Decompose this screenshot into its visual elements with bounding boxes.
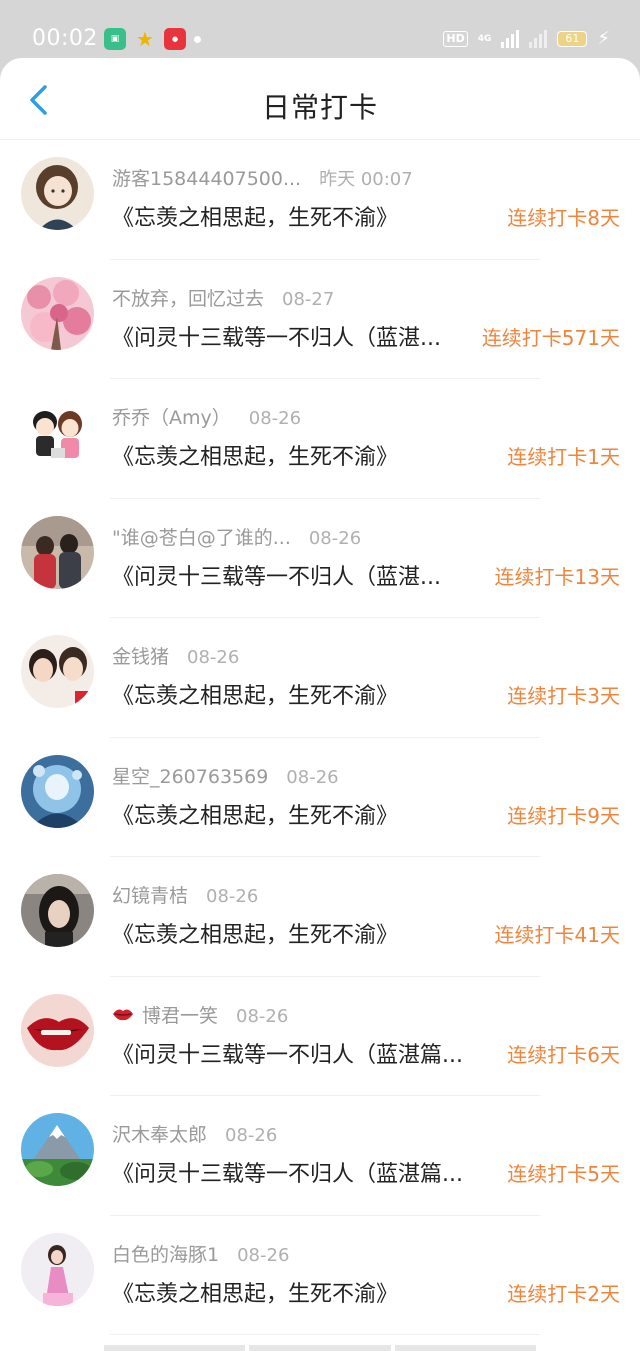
checkin-time: 08-26	[308, 527, 362, 549]
checkin-time: 08-27	[282, 288, 335, 310]
checkin-list: 游客15844407500... 昨天 00:07 《忘羡之相思起，生死不渝》 连…	[0, 140, 640, 1335]
avatar-photo-dark-hair-icon[interactable]	[21, 874, 94, 947]
list-item[interactable]: 游客15844407500... 昨天 00:07 《忘羡之相思起，生死不渝》 连…	[0, 140, 640, 260]
list-item[interactable]: 博君一笑 08-26 《问灵十三载等一不归人（蓝湛篇... 连续打卡6天	[0, 977, 640, 1097]
charging-bolt-icon: ⚡	[597, 28, 610, 49]
app-notification-green-icon: ▣	[104, 28, 126, 50]
checkin-time: 08-26	[286, 766, 339, 788]
avatar-photo-kids-icon[interactable]	[21, 515, 94, 589]
avatar-pink-blossom-icon[interactable]	[21, 276, 94, 350]
streak-label: 连续打卡5天	[507, 1162, 620, 1186]
user-name[interactable]: 白色的海豚1	[112, 1240, 219, 1267]
signal-strength-icon	[501, 30, 520, 48]
lips-emoji-icon	[113, 1009, 133, 1020]
more-notifications-dot-icon	[194, 35, 201, 43]
streak-label: 连续打卡3天	[507, 684, 620, 708]
system-indicators: HD 4G 61 ⚡	[443, 30, 610, 48]
streak-label: 连续打卡2天	[507, 1281, 620, 1306]
user-name[interactable]: 不放弃，回忆过去	[112, 284, 264, 311]
list-item[interactable]: ★ 金钱猪 08-26 《忘羡之相思起，生死不渝》 连续打卡3天	[0, 618, 640, 738]
avatar-cartoon-girl-icon[interactable]	[21, 157, 94, 230]
bottom-divider	[104, 1345, 536, 1351]
user-name[interactable]: 金钱猪	[112, 642, 169, 669]
avatar-red-lips-icon[interactable]	[21, 993, 94, 1067]
course-title[interactable]: 《忘羡之相思起，生死不渝》	[112, 200, 398, 232]
course-title[interactable]: 《忘羡之相思起，生死不渝》	[112, 798, 398, 830]
bottom-divider-segment	[394, 1345, 536, 1351]
user-name[interactable]: 游客15844407500...	[112, 164, 301, 191]
course-title[interactable]: 《问灵十三载等一不归人（蓝湛篇...	[112, 1156, 463, 1188]
list-item[interactable]: 幻镜青桔 08-26 《忘羡之相思起，生死不渝》 连续打卡41天	[0, 857, 640, 977]
page-title: 日常打卡	[261, 91, 378, 124]
list-item[interactable]: 乔乔（Amy） 08-26 《忘羡之相思起，生死不渝》 连续打卡1天	[0, 379, 640, 499]
list-item[interactable]: 星空_260763569 08-26 《忘羡之相思起，生死不渝》 连续打卡9天	[0, 738, 640, 858]
user-name[interactable]: 星空_260763569	[112, 762, 268, 789]
user-name[interactable]: 沢木奉太郎	[112, 1120, 207, 1147]
list-item[interactable]: "谁@苍白@了谁的... 08-26 《问灵十三载等一不归人（蓝湛... 连续打卡…	[0, 499, 640, 619]
streak-label: 连续打卡8天	[507, 206, 620, 230]
bottom-divider-segment	[104, 1345, 246, 1351]
avatar-girl-pink-dress-icon[interactable]	[21, 1232, 94, 1306]
bottom-divider-segment	[249, 1345, 391, 1351]
checkin-time: 08-26	[237, 1244, 290, 1266]
app-notification-red-icon: ●	[164, 28, 186, 50]
course-title[interactable]: 《忘羡之相思起，生死不渝》	[112, 439, 398, 471]
notification-icons: ▣ ★ ●	[104, 27, 201, 51]
course-title[interactable]: 《忘羡之相思起，生死不渝》	[112, 678, 398, 710]
battery-icon: 61	[557, 31, 588, 47]
course-title[interactable]: 《忘羡之相思起，生死不渝》	[112, 917, 398, 949]
avatar-mountain-landscape-icon[interactable]	[21, 1113, 94, 1186]
streak-label: 连续打卡9天	[507, 803, 620, 828]
streak-label: 连续打卡13天	[494, 564, 620, 589]
course-title[interactable]: 《问灵十三载等一不归人（蓝湛...	[112, 559, 441, 591]
avatar-cartoon-couple-icon[interactable]	[21, 396, 94, 469]
signal-strength-secondary-icon	[529, 30, 548, 48]
network-type-label: 4G	[477, 34, 492, 44]
streak-label: 连续打卡1天	[507, 445, 620, 469]
streak-label: 连续打卡6天	[507, 1042, 620, 1067]
user-name[interactable]: 乔乔（Amy）	[112, 403, 231, 430]
avatar-anime-blue-icon[interactable]	[21, 754, 94, 828]
list-item[interactable]: 不放弃，回忆过去 08-27 《问灵十三载等一不归人（蓝湛... 连续打卡571天	[0, 260, 640, 380]
checkin-time: 08-26	[225, 1125, 278, 1146]
list-item[interactable]: 沢木奉太郎 08-26 《问灵十三载等一不归人（蓝湛篇... 连续打卡5天	[0, 1096, 640, 1216]
app-notification-star-icon: ★	[136, 27, 154, 51]
checkin-time: 昨天 00:07	[319, 169, 413, 190]
streak-label: 连续打卡41天	[494, 923, 620, 947]
page-header: 日常打卡	[0, 58, 640, 140]
user-name[interactable]: "谁@苍白@了谁的...	[112, 523, 291, 550]
checkin-time: 08-26	[236, 1005, 289, 1027]
list-item[interactable]: 白色的海豚1 08-26 《忘羡之相思起，生死不渝》 连续打卡2天	[0, 1216, 640, 1336]
course-title[interactable]: 《忘羡之相思起，生死不渝》	[112, 1276, 398, 1308]
user-name[interactable]: 幻镜青桔	[112, 881, 188, 908]
svg-text:★: ★	[79, 696, 86, 705]
course-title[interactable]: 《问灵十三载等一不归人（蓝湛篇...	[112, 1037, 463, 1069]
streak-label: 连续打卡571天	[481, 325, 620, 350]
checkin-time: 08-26	[248, 408, 302, 429]
user-name[interactable]: 博君一笑	[142, 1001, 218, 1028]
status-time: 00:02	[32, 26, 98, 51]
avatar-photo-two-girls-icon[interactable]: ★	[21, 635, 94, 708]
hd-badge: HD	[443, 31, 468, 47]
checkin-time: 08-26	[206, 886, 259, 907]
course-title[interactable]: 《问灵十三载等一不归人（蓝湛...	[112, 320, 441, 352]
checkin-time: 08-26	[187, 647, 240, 668]
